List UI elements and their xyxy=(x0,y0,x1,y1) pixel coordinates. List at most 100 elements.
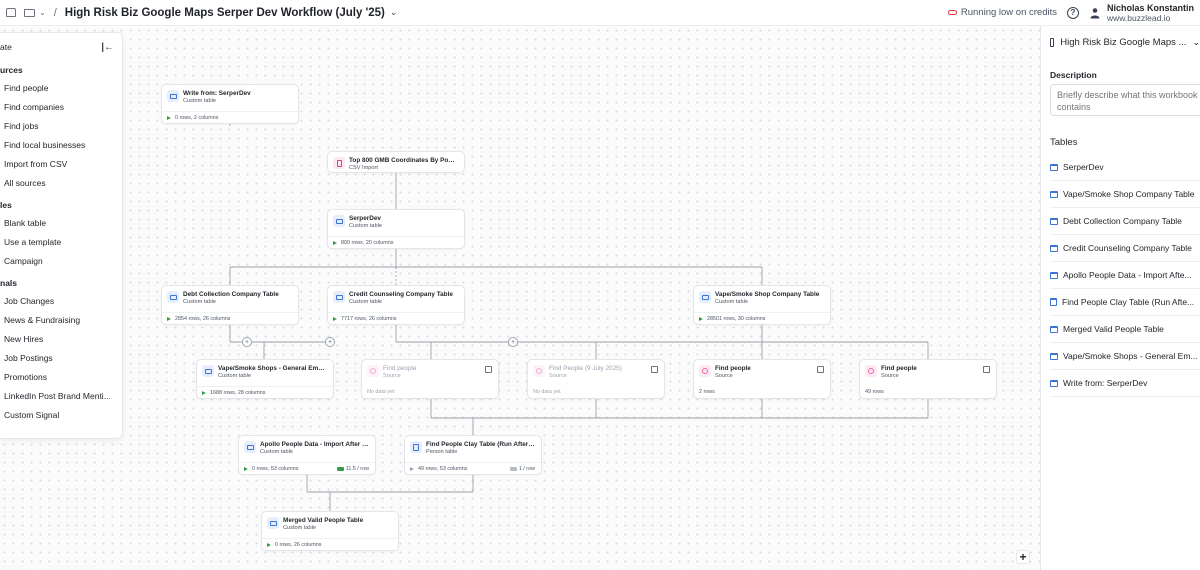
node-title: Vape/Smoke Shop Company Table xyxy=(715,291,820,298)
create-menu-item[interactable]: Custom Signal xyxy=(0,405,122,424)
node-meta: 2854 rows, 26 columns xyxy=(175,315,231,322)
node-vape-general-emails[interactable]: Vape/Smoke Shops - General Emails T... C… xyxy=(196,359,334,399)
menu-item-label: Job Postings xyxy=(4,352,53,363)
table-icon xyxy=(202,365,214,377)
building-icon xyxy=(485,366,492,373)
table-list-label: Vape/Smoke Shops - General Em... xyxy=(1063,351,1198,361)
table-list-item[interactable]: Debt Collection Company Table xyxy=(1050,208,1200,235)
menu-item-label: Blank table xyxy=(4,217,47,228)
node-find-people-july[interactable]: Find People (9 July 2025) Source No data… xyxy=(527,359,665,399)
table-list-item[interactable]: Merged Valid People Table xyxy=(1050,316,1200,343)
node-find-people-2[interactable]: Find people Source 2 rows xyxy=(693,359,831,399)
create-menu-item[interactable]: New Hires xyxy=(0,329,122,348)
create-menu-item[interactable]: Job Changes xyxy=(0,291,122,310)
play-icon[interactable] xyxy=(333,316,337,321)
table-list-item[interactable]: Find People Clay Table (Run Afte... xyxy=(1050,289,1200,316)
menu-item-label: LinkedIn Post Brand Menti... xyxy=(4,390,111,401)
source-icon xyxy=(865,365,877,377)
node-title: Top 800 GMB Coordinates By Populati... xyxy=(349,157,458,164)
tables-label: Tables xyxy=(1050,137,1078,148)
table-icon xyxy=(1050,190,1058,198)
collapse-panel-icon[interactable]: |← xyxy=(101,42,114,53)
node-find-people-clay[interactable]: Find People Clay Table (Run After Apol..… xyxy=(404,435,542,475)
table-list-item[interactable]: Write from: SerperDev xyxy=(1050,370,1200,397)
menu-item-label: Campaign xyxy=(4,255,43,266)
node-find-people-empty[interactable]: Find people Source No data yet xyxy=(361,359,499,399)
create-menu-item[interactable]: Find jobs xyxy=(0,116,122,135)
help-icon[interactable]: ? xyxy=(1066,6,1079,19)
node-title: Find People Clay Table (Run After Apol..… xyxy=(426,441,535,448)
play-icon[interactable] xyxy=(202,390,206,395)
credits-warning-icon xyxy=(947,10,957,15)
create-menu-item[interactable]: All sources xyxy=(0,173,122,192)
create-menu-item[interactable]: Find companies xyxy=(0,97,122,116)
description-input[interactable] xyxy=(1050,84,1200,116)
chevron-down-icon[interactable]: ⌄ xyxy=(39,8,46,17)
node-title: Apollo People Data - Import After Com... xyxy=(260,441,369,448)
node-credit-counseling[interactable]: Credit Counseling Company Table Custom t… xyxy=(327,285,465,325)
node-subtitle: CSV Import xyxy=(349,165,378,171)
node-apollo-people-data[interactable]: Apollo People Data - Import After Com...… xyxy=(238,435,376,475)
workflow-canvas[interactable]: + + + Write from: SerperDev Custom table… xyxy=(0,26,1040,570)
node-merged-valid-people[interactable]: Merged Valid People Table Custom table 0… xyxy=(261,511,399,551)
node-title: Find people xyxy=(715,365,751,372)
create-menu-item[interactable]: News & Fundraising xyxy=(0,310,122,329)
play-icon[interactable] xyxy=(267,542,271,547)
node-title: Merged Valid People Table xyxy=(283,517,364,524)
add-step-button[interactable]: + xyxy=(325,337,335,347)
node-serperdev[interactable]: SerperDev Custom table 800 rows, 20 colu… xyxy=(327,209,465,249)
create-menu-item[interactable]: Import from CSV xyxy=(0,154,122,173)
create-menu-item[interactable]: Find local businesses xyxy=(0,135,122,154)
table-list-item[interactable]: Apollo People Data - Import Afte... xyxy=(1050,262,1200,289)
node-top-800-csv[interactable]: Top 800 GMB Coordinates By Populati... C… xyxy=(327,151,465,173)
node-title: Credit Counseling Company Table xyxy=(349,291,453,298)
credits-status[interactable]: Running low on credits xyxy=(947,7,1057,18)
table-icon xyxy=(244,441,256,453)
panel-workbook-title[interactable]: High Risk Biz Google Maps ... xyxy=(1060,37,1186,48)
table-list-item[interactable]: Credit Counseling Company Table xyxy=(1050,235,1200,262)
create-panel: ate |← urces Find people Find companies Fin… xyxy=(0,32,123,439)
table-list-item[interactable]: Vape/Smoke Shops - General Em... xyxy=(1050,343,1200,370)
create-menu-item[interactable]: Find people xyxy=(0,78,122,97)
table-list-item[interactable]: SerperDev xyxy=(1050,154,1200,181)
play-icon[interactable] xyxy=(333,240,337,245)
node-debt-collection[interactable]: Debt Collection Company Table Custom tab… xyxy=(161,285,299,325)
credits-status-text: Running low on credits xyxy=(960,7,1057,18)
home-icon[interactable] xyxy=(6,8,16,17)
title-chevron-down-icon[interactable]: ⌄ xyxy=(390,7,398,18)
play-icon[interactable] xyxy=(410,466,414,471)
node-vape-smoke-shop[interactable]: Vape/Smoke Shop Company Table Custom tab… xyxy=(693,285,831,325)
node-title: Find people xyxy=(881,365,917,372)
zoom-in-button[interactable]: + xyxy=(1016,550,1030,564)
section-heading: nals xyxy=(0,278,18,288)
node-write-from-serperdev[interactable]: Write from: SerperDev Custom table 0 row… xyxy=(161,84,299,124)
table-list-item[interactable]: Vape/Smoke Shop Company Table xyxy=(1050,181,1200,208)
node-meta: No data yet xyxy=(533,389,561,395)
table-list-label: Vape/Smoke Shop Company Table xyxy=(1063,189,1195,199)
workbook-icon xyxy=(1050,37,1055,47)
add-step-button[interactable]: + xyxy=(242,337,252,347)
chevron-down-icon[interactable]: ⌄ xyxy=(1192,37,1200,48)
play-icon[interactable] xyxy=(167,115,171,120)
person-table-icon xyxy=(410,441,422,453)
play-icon[interactable] xyxy=(699,316,703,321)
create-menu-item[interactable]: LinkedIn Post Brand Menti... xyxy=(0,386,122,405)
add-step-button[interactable]: + xyxy=(508,337,518,347)
create-menu-item[interactable]: Campaign xyxy=(0,251,122,270)
workbook-title[interactable]: High Risk Biz Google Maps Serper Dev Wor… xyxy=(65,7,385,19)
panel-title: ate xyxy=(0,42,12,52)
user-menu[interactable]: Nicholas Konstantin www.buzzlead.io xyxy=(1089,3,1194,23)
create-menu-item[interactable]: Blank table xyxy=(0,213,122,232)
create-menu-item[interactable]: Promotions xyxy=(0,367,122,386)
node-subtitle: Custom table xyxy=(183,98,216,104)
section-heading: les xyxy=(0,200,12,210)
node-meta: 1688 rows, 28 columns xyxy=(210,389,266,396)
create-menu-item[interactable]: Job Postings xyxy=(0,348,122,367)
folder-icon[interactable] xyxy=(24,8,35,17)
play-icon[interactable] xyxy=(167,316,171,321)
create-menu-item[interactable]: Use a template xyxy=(0,232,122,251)
play-icon[interactable] xyxy=(244,466,248,471)
menu-item-label: Use a template xyxy=(4,236,62,247)
node-meta: 0 rows, 2 columns xyxy=(175,114,219,121)
node-find-people-3[interactable]: Find people Source 49 rows xyxy=(859,359,997,399)
